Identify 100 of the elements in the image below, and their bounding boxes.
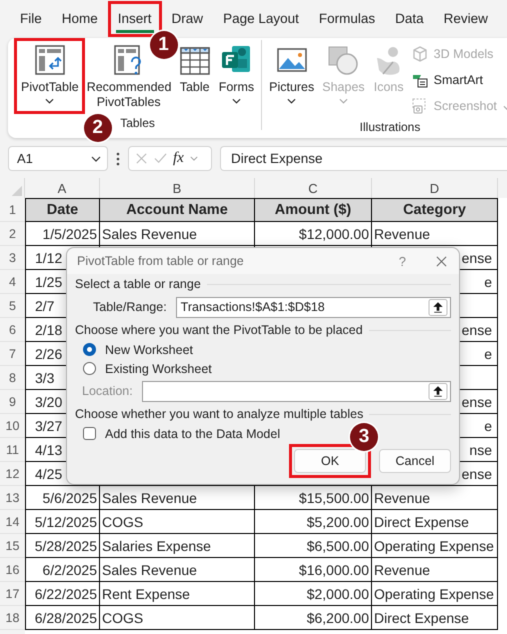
pictures-button[interactable]: Pictures bbox=[266, 40, 318, 114]
row-header[interactable]: 3 bbox=[9, 250, 16, 264]
cell-text: 2/18 bbox=[35, 322, 62, 338]
cell-text: 6/28/2025 bbox=[34, 610, 97, 626]
checkbox-option[interactable]: Add this data to the Data Model bbox=[75, 424, 280, 443]
ok-button[interactable]: OK bbox=[294, 449, 366, 473]
ribbon-tab[interactable]: Review bbox=[442, 5, 490, 33]
section-label: Choose whether you want to analyze multiple tables bbox=[75, 407, 364, 421]
ribbon-tab[interactable]: Data bbox=[393, 5, 426, 33]
check-icon[interactable] bbox=[154, 152, 167, 165]
cell-text: Direct Expense bbox=[374, 610, 469, 626]
row-header[interactable]: 7 bbox=[9, 346, 16, 360]
more-icon[interactable] bbox=[116, 152, 120, 166]
column-header[interactable]: D bbox=[430, 180, 440, 196]
cell-text: 5/6/2025 bbox=[42, 490, 97, 506]
cell-text: Amount ($) bbox=[274, 202, 352, 218]
row-header[interactable]: 2 bbox=[9, 226, 16, 240]
cell-text: $2,000.00 bbox=[306, 586, 369, 602]
column-header[interactable]: B bbox=[172, 180, 182, 196]
row-header[interactable]: 1 bbox=[9, 202, 16, 216]
ribbon-tab[interactable]: File bbox=[18, 5, 44, 33]
button-label: Shapes bbox=[322, 80, 365, 95]
ribbon-tab[interactable]: Insert bbox=[116, 5, 154, 33]
button-label: PivotTable bbox=[21, 80, 79, 95]
row-header[interactable]: 6 bbox=[9, 322, 16, 336]
location-field[interactable] bbox=[142, 380, 451, 402]
forms-button[interactable]: Forms bbox=[216, 40, 258, 114]
cancel-icon[interactable] bbox=[135, 152, 148, 165]
formula-field[interactable]: Direct Expense bbox=[220, 146, 507, 171]
cube-icon bbox=[412, 46, 428, 62]
cancel-button[interactable]: Cancel bbox=[379, 449, 451, 473]
ribbon-tab[interactable]: Formulas bbox=[316, 5, 378, 33]
table-button[interactable]: Table bbox=[176, 40, 214, 114]
cell-text: Date bbox=[46, 202, 78, 218]
cell-text: Operating Expense bbox=[374, 586, 494, 602]
step-badge: 3 bbox=[350, 423, 378, 451]
name-box[interactable]: A1 bbox=[8, 146, 108, 171]
button-label: Table bbox=[180, 80, 210, 95]
dialog-title: PivotTable from table or range bbox=[77, 254, 245, 268]
column-header[interactable]: A bbox=[58, 180, 66, 196]
cell-text: $6,500.00 bbox=[306, 538, 369, 554]
radio-option[interactable]: New Worksheet bbox=[75, 340, 193, 359]
shapes-icon bbox=[327, 44, 360, 76]
row-header[interactable]: 9 bbox=[9, 394, 16, 408]
cell-text: $6,200.00 bbox=[306, 610, 369, 626]
cell-text: 3/20 bbox=[35, 394, 62, 410]
collapse-icon[interactable] bbox=[428, 298, 448, 316]
step-badge: 1 bbox=[150, 31, 178, 59]
cell-text: 4/13 bbox=[35, 442, 62, 458]
cell-text: e bbox=[484, 274, 492, 290]
cell-text: ense bbox=[462, 322, 492, 338]
cell-text: 2/26 bbox=[35, 346, 62, 362]
cell-text: Rent Expense bbox=[102, 586, 190, 602]
collapse-icon[interactable] bbox=[428, 382, 448, 400]
cell-text: 6/2/2025 bbox=[42, 562, 97, 578]
cell-text: 1/12 bbox=[35, 250, 62, 266]
cell-text: Sales Revenue bbox=[102, 226, 197, 242]
cell-text: Revenue bbox=[374, 226, 430, 242]
row-header[interactable]: 4 bbox=[9, 274, 16, 288]
cell-text: $16,000.00 bbox=[298, 562, 369, 578]
screenshot-icon bbox=[412, 98, 428, 114]
row-header[interactable]: 8 bbox=[9, 370, 16, 384]
cell-text: ense bbox=[462, 394, 492, 410]
cell-text: 3/27 bbox=[35, 418, 62, 434]
cell-text: Sales Revenue bbox=[102, 490, 197, 506]
smartart-button[interactable]: SmartArt bbox=[410, 68, 507, 92]
ribbon-tab[interactable]: Draw bbox=[170, 5, 206, 33]
cell-text: $15,500.00 bbox=[298, 490, 369, 506]
cell-text: COGS bbox=[102, 610, 144, 626]
cell-text: 1/25 bbox=[35, 274, 62, 290]
cell-text: 5/12/2025 bbox=[34, 514, 97, 530]
range-field[interactable]: Transactions!$A$1:$D$18 bbox=[176, 296, 451, 318]
button-label: SmartArt bbox=[434, 73, 483, 87]
pivottable-button[interactable]: PivotTable bbox=[18, 40, 82, 114]
field-label: Location: bbox=[82, 384, 133, 398]
group-label: Tables bbox=[120, 116, 155, 130]
cell-text: 5/28/2025 bbox=[34, 538, 97, 554]
section-label: Choose where you want the PivotTable to be placed bbox=[75, 323, 363, 337]
radio-option[interactable]: Existing Worksheet bbox=[75, 359, 212, 378]
step-badge: 2 bbox=[84, 114, 112, 142]
cell-text: e bbox=[484, 418, 492, 434]
button-label: 3D Models bbox=[434, 47, 494, 61]
row-header[interactable]: 5 bbox=[9, 298, 16, 312]
cell-text: 3/3 bbox=[35, 370, 54, 386]
close-icon[interactable] bbox=[436, 256, 447, 266]
cell-text: Operating Expense bbox=[374, 538, 494, 554]
button-label: Recommended PivotTables bbox=[86, 80, 171, 110]
ribbon-tab[interactable]: Page Layout bbox=[221, 5, 301, 33]
cell-text: 2/7 bbox=[35, 298, 54, 314]
cell-text: 1/5/2025 bbox=[42, 226, 97, 242]
cell-text: $5,200.00 bbox=[306, 514, 369, 530]
column-header[interactable]: C bbox=[308, 180, 318, 196]
ribbon-tab[interactable]: Home bbox=[60, 5, 100, 33]
cell-text: COGS bbox=[102, 514, 144, 530]
cell-text: Category bbox=[403, 202, 466, 218]
insert-function-button[interactable]: fx bbox=[173, 150, 184, 167]
caret-icon[interactable] bbox=[190, 156, 198, 161]
button-label: Forms bbox=[218, 80, 254, 95]
cell-text: $12,000.00 bbox=[298, 226, 369, 242]
cell-text: nse bbox=[469, 442, 492, 458]
